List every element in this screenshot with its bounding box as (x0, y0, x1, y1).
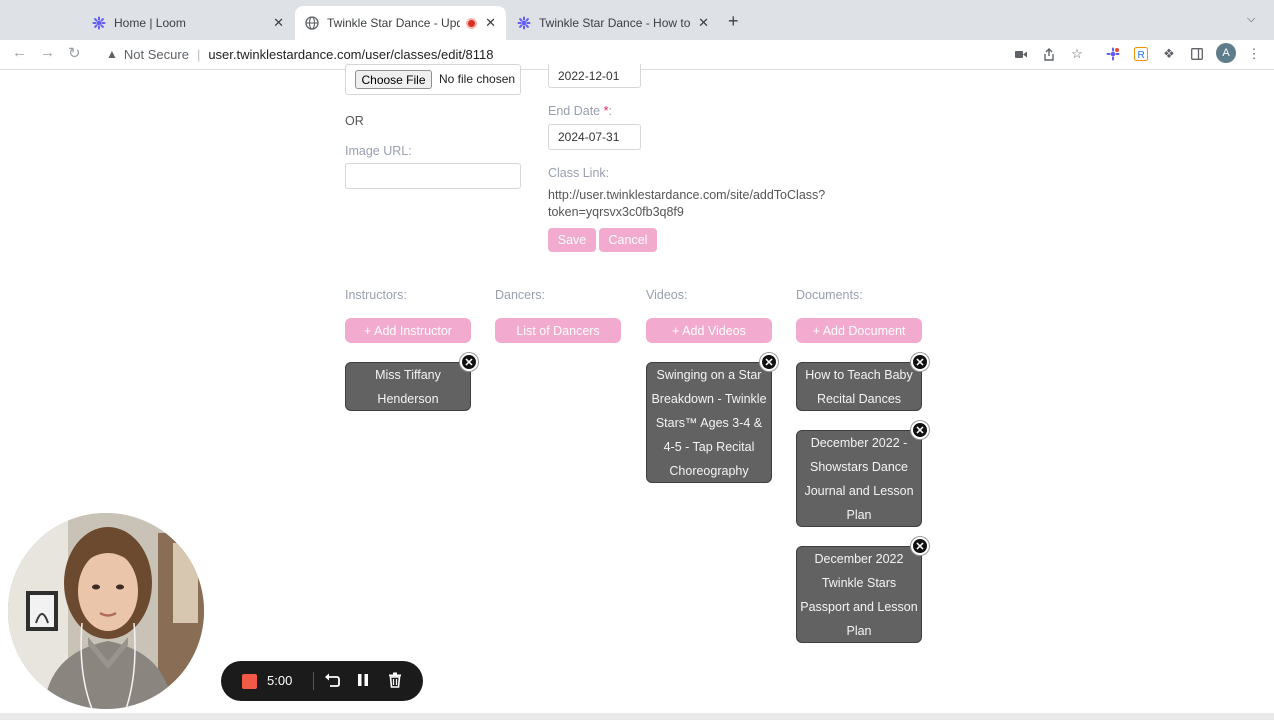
video-card[interactable]: Swinging on a Star Breakdown - Twinkle S… (646, 362, 772, 483)
document-card[interactable]: December 2022 - Showstars Dance Journal … (796, 430, 922, 527)
cancel-button[interactable]: Cancel (599, 228, 657, 252)
camera-icon[interactable] (1013, 46, 1029, 62)
loom-icon (92, 16, 106, 30)
tab-strip: Home | Loom ✕ Twinkle Star Dance - Upda … (0, 0, 1274, 40)
bookmark-star-icon[interactable]: ☆ (1069, 46, 1085, 62)
save-button[interactable]: Save (548, 228, 596, 252)
warning-icon: ▲ (106, 47, 118, 61)
end-date-label: End Date *: (548, 104, 612, 118)
remove-document-icon[interactable]: ✕ (911, 421, 929, 439)
videos-label: Videos: (646, 288, 688, 302)
class-link-line: token=yqrsvx3c0fb3q8f9 (548, 205, 684, 219)
recording-indicator-icon (466, 17, 478, 29)
add-videos-button[interactable]: + Add Videos (646, 318, 772, 343)
document-title: December 2022 - Showstars Dance Journal … (804, 435, 914, 522)
forward-arrow-icon[interactable]: → (40, 44, 55, 61)
profile-avatar[interactable]: A (1216, 43, 1236, 63)
instructor-name: Miss Tiffany Henderson (375, 367, 441, 406)
tab-title: Home | Loom (114, 16, 186, 30)
end-date-value: 2024-07-31 (558, 130, 620, 144)
new-tab-button[interactable]: + (728, 11, 739, 32)
remove-video-icon[interactable]: ✕ (760, 353, 778, 371)
loom-extension-icon[interactable] (1105, 46, 1121, 62)
image-url-label: Image URL: (345, 144, 412, 158)
tab-title: Twinkle Star Dance - How to R (539, 16, 691, 30)
delete-trash-icon[interactable] (385, 670, 405, 690)
close-icon[interactable]: ✕ (485, 15, 496, 31)
recording-controls: 5:00 (221, 661, 423, 701)
document-title: December 2022 Twinkle Stars Passport and… (800, 551, 918, 638)
stop-recording-button[interactable] (242, 674, 257, 689)
documents-label: Documents: (796, 288, 863, 302)
divider (313, 672, 314, 690)
document-card[interactable]: How to Teach Baby Recital Dances (796, 362, 922, 411)
dancers-label: Dancers: (495, 288, 546, 302)
add-document-button[interactable]: + Add Document (796, 318, 922, 343)
tab-twinkle-update[interactable]: Twinkle Star Dance - Upda ✕ (295, 6, 506, 40)
webcam-video (8, 513, 204, 709)
remove-instructor-icon[interactable]: ✕ (460, 353, 478, 371)
remove-document-icon[interactable]: ✕ (911, 537, 929, 555)
remove-document-icon[interactable]: ✕ (911, 353, 929, 371)
puzzle-extensions-icon[interactable]: ❖ (1161, 46, 1177, 62)
globe-icon (305, 16, 319, 30)
recording-timer: 5:00 (267, 673, 293, 688)
extension-r-icon[interactable]: R (1133, 46, 1149, 62)
back-arrow-icon[interactable]: ← (12, 44, 27, 61)
instructor-card[interactable]: Miss Tiffany Henderson (345, 362, 471, 411)
webcam-bubble[interactable] (8, 513, 204, 709)
start-date-value: 2022-12-01 (558, 69, 620, 83)
loom-icon (517, 16, 531, 30)
tab-home-loom[interactable]: Home | Loom ✕ (82, 6, 294, 40)
tab-title: Twinkle Star Dance - Upda (327, 16, 461, 30)
close-icon[interactable]: ✕ (698, 15, 709, 31)
instructors-label: Instructors: (345, 288, 407, 302)
svg-text:R: R (1138, 50, 1145, 61)
class-link-label: Class Link: (548, 166, 610, 180)
class-link-line: http://user.twinklestardance.com/site/ad… (548, 188, 826, 202)
kebab-menu-icon[interactable]: ⋮ (1246, 46, 1262, 62)
file-status-text: No file chosen (439, 72, 516, 86)
choose-file-button[interactable]: Choose File (355, 70, 432, 89)
pause-icon[interactable] (353, 670, 373, 690)
document-title: How to Teach Baby Recital Dances (805, 367, 913, 406)
end-date-label-text: End Date (548, 104, 601, 118)
or-separator: OR (345, 114, 364, 128)
class-link-value: http://user.twinklestardance.com/site/ad… (548, 187, 868, 221)
list-of-dancers-button[interactable]: List of Dancers (495, 318, 621, 343)
security-status: Not Secure (123, 46, 189, 62)
add-instructor-button[interactable]: + Add Instructor (345, 318, 471, 343)
tab-search-chevron-icon[interactable]: ⌵ (1247, 13, 1255, 26)
document-card[interactable]: December 2022 Twinkle Stars Passport and… (796, 546, 922, 643)
tab-twinkle-how-to[interactable]: Twinkle Star Dance - How to R ✕ (507, 6, 719, 40)
address-bar[interactable]: ▲ Not Secure | user.twinklestardance.com… (96, 42, 1016, 66)
end-date-label-colon: : (608, 104, 612, 118)
divider: | (196, 46, 201, 62)
share-icon[interactable] (1041, 46, 1057, 62)
close-icon[interactable]: ✕ (273, 15, 284, 31)
restart-icon[interactable] (322, 670, 342, 690)
image-url-input[interactable] (345, 163, 521, 189)
video-title: Swinging on a Star Breakdown - Twinkle S… (651, 367, 767, 478)
reload-icon[interactable]: ↻ (68, 44, 81, 62)
side-panel-icon[interactable] (1189, 46, 1205, 62)
bottom-edge (0, 713, 1274, 720)
url-text[interactable]: user.twinklestardance.com/user/classes/e… (208, 47, 493, 62)
